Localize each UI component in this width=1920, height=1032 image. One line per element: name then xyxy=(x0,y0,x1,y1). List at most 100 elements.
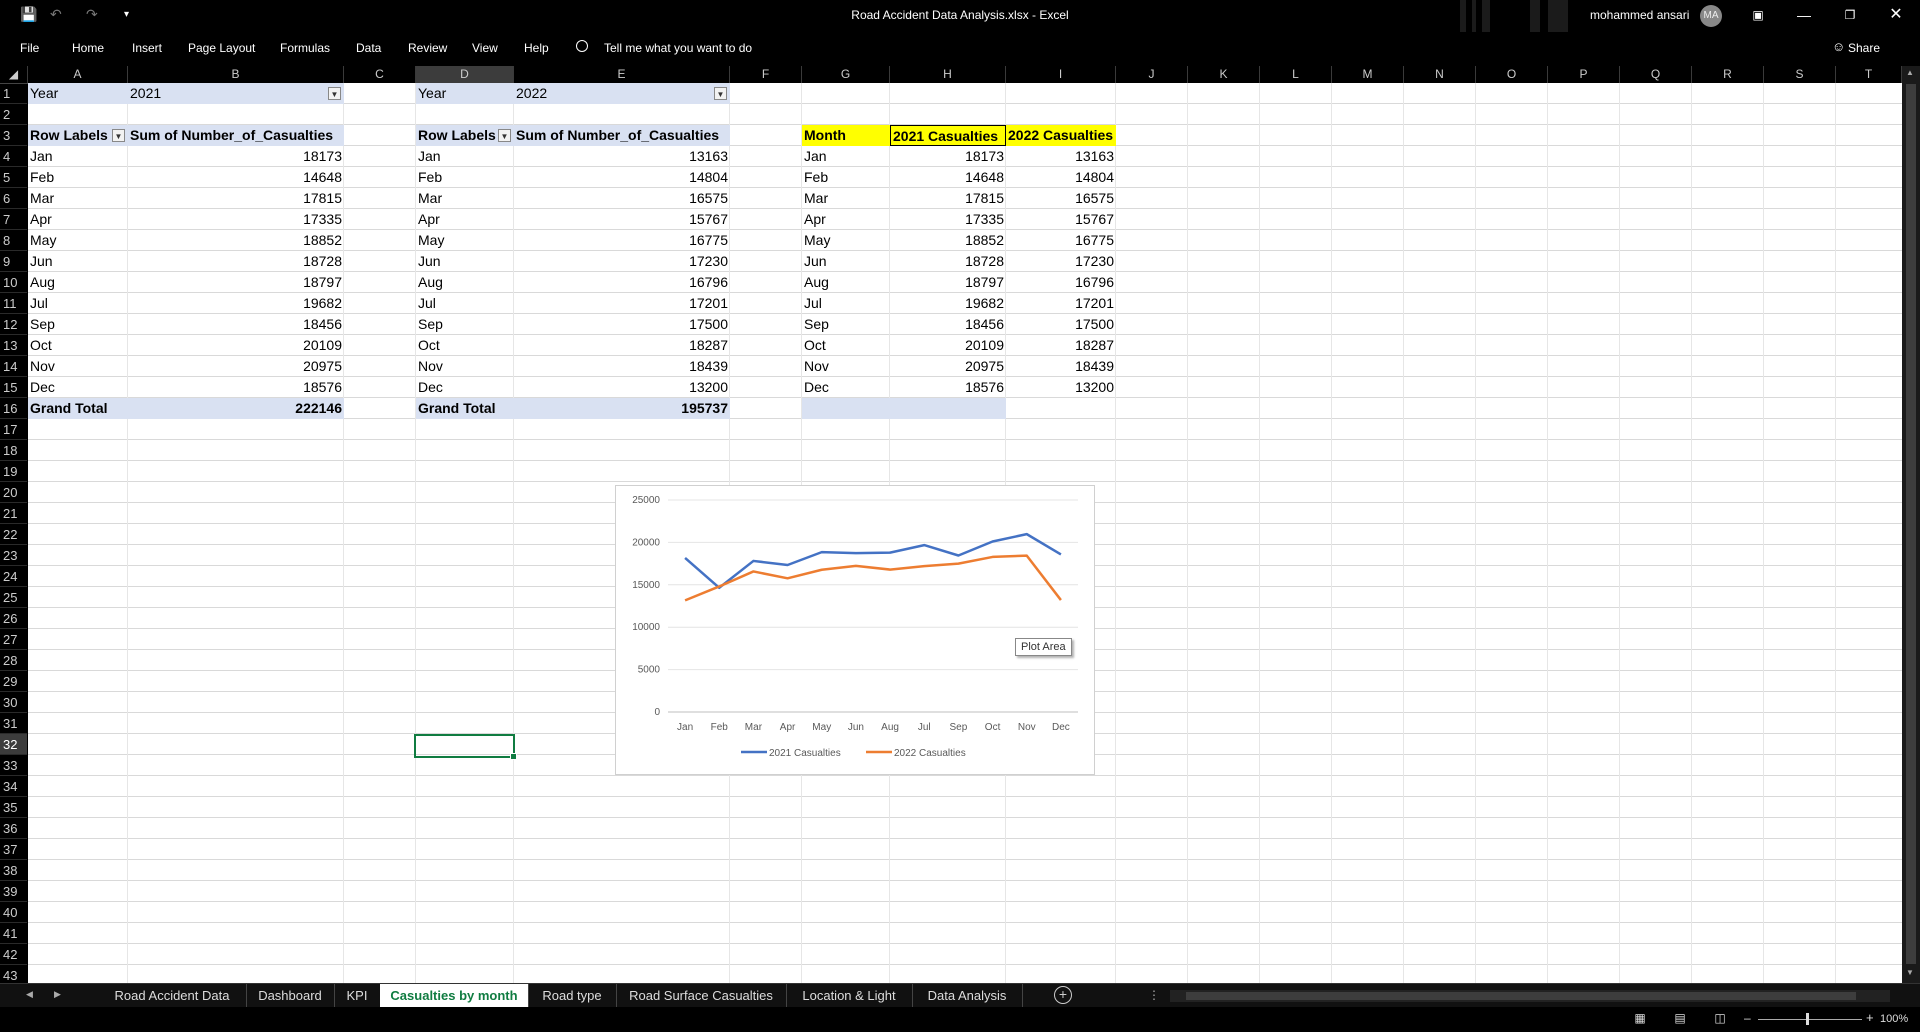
tab-insert[interactable]: Insert xyxy=(132,41,162,55)
scroll-up-icon[interactable]: ▲ xyxy=(1906,68,1914,77)
ribbon-display-icon[interactable]: ▣ xyxy=(1748,5,1768,25)
tab-formulas[interactable]: Formulas xyxy=(280,41,330,55)
row-header[interactable]: 8 xyxy=(0,230,27,251)
row-header[interactable]: 24 xyxy=(0,566,27,587)
column-header-f[interactable]: F xyxy=(730,66,802,83)
column-header-c[interactable]: C xyxy=(344,66,416,83)
sheet-tab-road-type[interactable]: Road type xyxy=(528,984,617,1008)
row-header[interactable]: 9 xyxy=(0,251,27,272)
tab-view[interactable]: View xyxy=(472,41,498,55)
pivot1-filter-icon[interactable]: ▼ xyxy=(328,87,341,100)
tell-me-search[interactable]: Tell me what you want to do xyxy=(604,41,752,55)
avatar[interactable]: MA xyxy=(1700,5,1722,27)
row-header[interactable]: 30 xyxy=(0,692,27,713)
sheet-tab-road-accident-data[interactable]: Road Accident Data xyxy=(98,984,247,1008)
row-header[interactable]: 36 xyxy=(0,818,27,839)
selected-cell[interactable] xyxy=(414,734,517,760)
row-header[interactable]: 19 xyxy=(0,461,27,482)
row-header[interactable]: 22 xyxy=(0,524,27,545)
row-header[interactable]: 15 xyxy=(0,377,27,398)
row-header[interactable]: 5 xyxy=(0,167,27,188)
sheet-tab-location-light[interactable]: Location & Light xyxy=(786,984,913,1008)
row-header[interactable]: 21 xyxy=(0,503,27,524)
row-header[interactable]: 39 xyxy=(0,881,27,902)
row-header[interactable]: 2 xyxy=(0,104,27,125)
close-icon[interactable]: ✕ xyxy=(1886,5,1906,25)
row-header[interactable]: 26 xyxy=(0,608,27,629)
zoom-in-icon[interactable]: + xyxy=(1866,1010,1874,1025)
column-header-l[interactable]: L xyxy=(1260,66,1332,83)
column-header-p[interactable]: P xyxy=(1548,66,1620,83)
column-header-h[interactable]: H xyxy=(890,66,1006,83)
column-header-t[interactable]: T xyxy=(1836,66,1902,83)
zoom-slider-thumb[interactable] xyxy=(1806,1013,1809,1025)
column-header-i[interactable]: I xyxy=(1006,66,1116,83)
row-header[interactable]: 13 xyxy=(0,335,27,356)
pivot2-filter-value[interactable]: 2022 xyxy=(514,83,730,104)
column-header-a[interactable]: A xyxy=(28,66,128,83)
column-header-d[interactable]: D xyxy=(416,66,514,83)
casualties-line-chart[interactable]: 25000 20000 15000 10000 5000 0 Jan Feb Mar Apr May… xyxy=(615,485,1095,775)
minimize-icon[interactable]: — xyxy=(1794,5,1814,25)
page-break-view-icon[interactable]: ◫ xyxy=(1712,1011,1728,1025)
sheet-tab-kpi[interactable]: KPI xyxy=(334,984,381,1008)
user-name[interactable]: mohammed ansari xyxy=(1590,8,1689,22)
row-header[interactable]: 1 xyxy=(0,83,27,104)
column-header-s[interactable]: S xyxy=(1764,66,1836,83)
scroll-down-icon[interactable]: ▼ xyxy=(1906,968,1914,977)
row-header[interactable]: 18 xyxy=(0,440,27,461)
row-header[interactable]: 35 xyxy=(0,797,27,818)
column-header-e[interactable]: E xyxy=(514,66,730,83)
row-header[interactable]: 3 xyxy=(0,125,27,146)
row-header[interactable]: 32 xyxy=(0,734,27,755)
column-header-m[interactable]: M xyxy=(1332,66,1404,83)
next-sheet-icon[interactable]: ▶ xyxy=(54,989,61,1000)
tab-review[interactable]: Review xyxy=(408,41,447,55)
tab-home[interactable]: Home xyxy=(72,41,104,55)
row-header[interactable]: 16 xyxy=(0,398,27,419)
share-button[interactable]: Share xyxy=(1848,41,1880,55)
pivot1-filter-value[interactable]: 2021 xyxy=(128,83,344,104)
horizontal-scrollbar[interactable] xyxy=(1170,990,1890,1002)
row-header[interactable]: 31 xyxy=(0,713,27,734)
column-header-k[interactable]: K xyxy=(1188,66,1260,83)
zoom-level[interactable]: 100% xyxy=(1880,1013,1908,1025)
row-header[interactable]: 40 xyxy=(0,902,27,923)
row-header[interactable]: 41 xyxy=(0,923,27,944)
more-options-icon[interactable]: ⋮ xyxy=(1148,988,1160,1002)
row-header[interactable]: 23 xyxy=(0,545,27,566)
row-header[interactable]: 42 xyxy=(0,944,27,965)
row-header[interactable]: 38 xyxy=(0,860,27,881)
pivot2-row-dropdown-icon[interactable]: ▼ xyxy=(498,129,511,142)
sheet-tab-data-analysis[interactable]: Data Analysis xyxy=(912,984,1023,1008)
vertical-scroll-thumb[interactable] xyxy=(1906,84,1916,964)
pivot2-filter-icon[interactable]: ▼ xyxy=(714,87,727,100)
row-header[interactable]: 28 xyxy=(0,650,27,671)
row-header[interactable]: 6 xyxy=(0,188,27,209)
tab-page-layout[interactable]: Page Layout xyxy=(188,41,255,55)
row-header[interactable]: 10 xyxy=(0,272,27,293)
row-header[interactable]: 4 xyxy=(0,146,27,167)
zoom-slider[interactable] xyxy=(1758,1019,1862,1020)
row-header[interactable]: 27 xyxy=(0,629,27,650)
tab-file[interactable]: File xyxy=(20,41,39,55)
vertical-scrollbar[interactable]: ▲ ▼ xyxy=(1902,66,1920,983)
row-header[interactable]: 25 xyxy=(0,587,27,608)
row-header[interactable]: 20 xyxy=(0,482,27,503)
column-header-b[interactable]: B xyxy=(128,66,344,83)
sheet-tab-road-surface-casualties[interactable]: Road Surface Casualties xyxy=(616,984,787,1008)
row-header[interactable]: 14 xyxy=(0,356,27,377)
horizontal-scroll-thumb[interactable] xyxy=(1186,992,1856,1000)
restore-icon[interactable]: ❐ xyxy=(1840,5,1860,25)
page-layout-view-icon[interactable]: ▤ xyxy=(1672,1011,1688,1025)
prev-sheet-icon[interactable]: ◀ xyxy=(26,989,33,1000)
column-header-r[interactable]: R xyxy=(1692,66,1764,83)
column-header-n[interactable]: N xyxy=(1404,66,1476,83)
tab-help[interactable]: Help xyxy=(524,41,549,55)
row-header[interactable]: 37 xyxy=(0,839,27,860)
select-all-corner[interactable]: ◢ xyxy=(0,66,28,83)
row-header[interactable]: 34 xyxy=(0,776,27,797)
normal-view-icon[interactable]: ▦ xyxy=(1632,1011,1648,1025)
row-header[interactable]: 7 xyxy=(0,209,27,230)
column-header-g[interactable]: G xyxy=(802,66,890,83)
